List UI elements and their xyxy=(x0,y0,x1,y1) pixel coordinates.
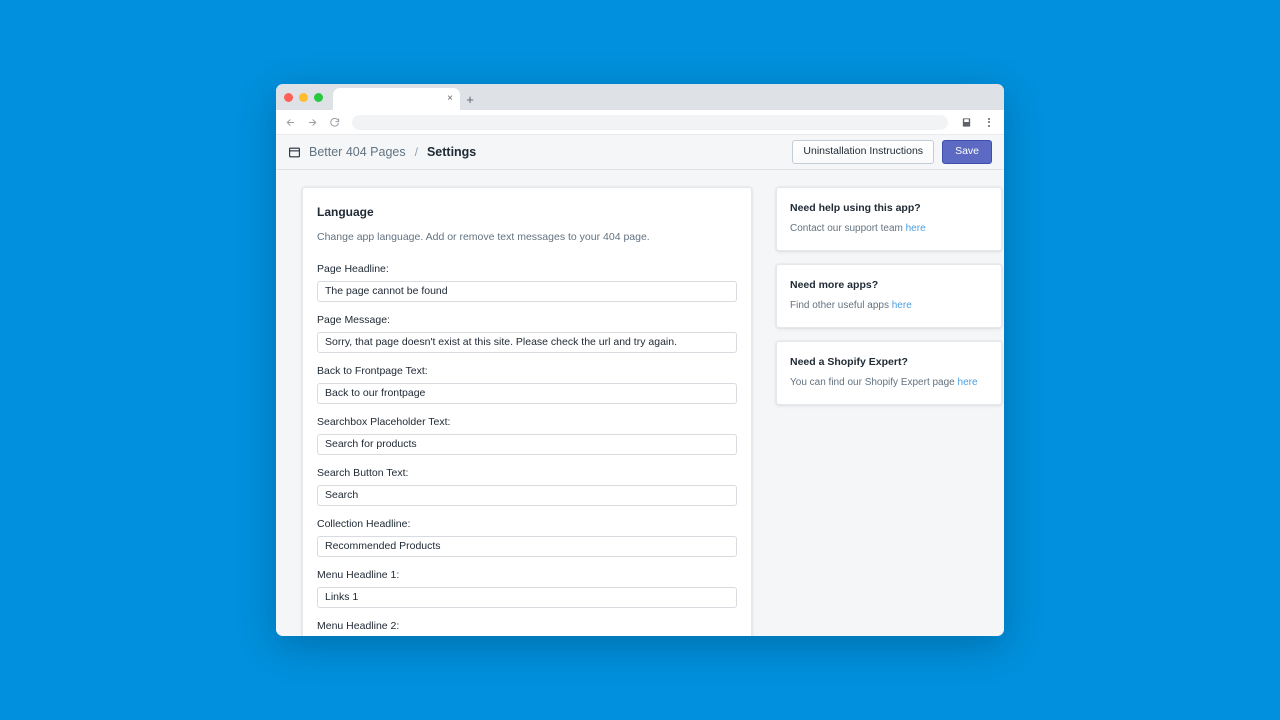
help-card: Need a Shopify Expert? You can find our S… xyxy=(776,341,1002,405)
settings-field: Collection Headline: xyxy=(317,518,737,557)
field-label: Page Headline: xyxy=(317,262,389,275)
field-input[interactable] xyxy=(317,280,737,302)
breadcrumb: Better 404 Pages / Settings xyxy=(288,145,476,159)
browser-tab-strip: × + xyxy=(276,84,1004,110)
field-label: Menu Headline 1: xyxy=(317,568,400,581)
help-card-link[interactable]: here xyxy=(906,223,926,234)
breadcrumb-app-name[interactable]: Better 404 Pages xyxy=(309,145,406,159)
maximize-window-button[interactable] xyxy=(314,92,323,102)
help-card-text-lead: You can find our Shopify Expert page xyxy=(790,377,958,388)
help-card-title: Need more apps? xyxy=(790,279,879,291)
help-card-title: Need a Shopify Expert? xyxy=(790,356,908,368)
help-card: Need more apps? Find other useful apps he… xyxy=(776,264,1002,328)
settings-column: Language Change app language. Add or rem… xyxy=(302,187,752,636)
settings-fields-list: Page Headline: Page Message: Back to Front… xyxy=(317,263,737,636)
window-traffic-lights xyxy=(284,84,333,110)
section-title: Language xyxy=(317,205,374,219)
page-title: Settings xyxy=(426,145,477,159)
uninstallation-instructions-button[interactable]: Uninstallation Instructions xyxy=(792,140,935,164)
help-card-text: You can find our Shopify Expert page her… xyxy=(790,376,988,390)
help-card-text-lead: Contact our support team xyxy=(790,223,906,234)
settings-field: Search Button Text: xyxy=(317,467,737,506)
settings-field: Menu Headline 1: xyxy=(317,569,737,608)
field-label: Searchbox Placeholder Text: xyxy=(317,415,451,428)
forward-arrow-icon[interactable] xyxy=(306,116,319,129)
help-card: Need help using this app? Contact our sup… xyxy=(776,187,1002,251)
help-card-text-lead: Find other useful apps xyxy=(790,300,892,311)
field-label: Collection Headline: xyxy=(317,517,411,530)
browser-window: × + Better 404 Pages / Settings Uninstal… xyxy=(276,84,1004,636)
help-column: Need help using this app? Contact our sup… xyxy=(776,187,1002,636)
help-card-link[interactable]: here xyxy=(892,300,912,311)
minimize-window-button[interactable] xyxy=(299,92,308,102)
browser-window-icon xyxy=(288,146,301,159)
kebab-menu-icon[interactable] xyxy=(982,115,996,129)
reload-icon[interactable] xyxy=(328,116,341,129)
browser-tab[interactable]: × xyxy=(333,88,460,110)
field-label: Back to Frontpage Text: xyxy=(317,364,428,377)
breadcrumb-separator: / xyxy=(414,145,418,159)
field-label: Search Button Text: xyxy=(317,466,409,479)
settings-field: Page Headline: xyxy=(317,263,737,302)
close-window-button[interactable] xyxy=(284,92,293,102)
save-button[interactable]: Save xyxy=(942,140,992,164)
field-input[interactable] xyxy=(317,484,737,506)
field-input[interactable] xyxy=(317,331,737,353)
save-page-icon[interactable] xyxy=(959,115,973,129)
help-card-text: Contact our support team here xyxy=(790,222,988,236)
help-card-title: Need help using this app? xyxy=(790,202,921,214)
browser-toolbar xyxy=(276,110,1004,135)
address-bar[interactable] xyxy=(352,114,948,130)
help-cards-list: Need help using this app? Contact our sup… xyxy=(776,187,1002,405)
settings-field: Page Message: xyxy=(317,314,737,353)
field-input[interactable] xyxy=(317,535,737,557)
field-input[interactable] xyxy=(317,586,737,608)
language-settings-card: Language Change app language. Add or rem… xyxy=(302,187,752,636)
header-actions: Uninstallation Instructions Save xyxy=(792,140,992,164)
back-arrow-icon[interactable] xyxy=(284,116,297,129)
settings-field: Back to Frontpage Text: xyxy=(317,365,737,404)
field-label: Page Message: xyxy=(317,313,390,326)
field-input[interactable] xyxy=(317,382,737,404)
help-card-text: Find other useful apps here xyxy=(790,299,988,313)
new-tab-button[interactable]: + xyxy=(460,88,480,110)
app-header-bar: Better 404 Pages / Settings Uninstallati… xyxy=(276,135,1004,170)
settings-field: Menu Headline 2: xyxy=(317,620,737,636)
page-body: Language Change app language. Add or rem… xyxy=(276,170,1004,636)
field-label: Menu Headline 2: xyxy=(317,619,400,632)
help-card-link[interactable]: here xyxy=(958,377,978,388)
field-input[interactable] xyxy=(317,433,737,455)
settings-field: Searchbox Placeholder Text: xyxy=(317,416,737,455)
section-description: Change app language. Add or remove text … xyxy=(317,231,650,243)
close-icon[interactable]: × xyxy=(447,94,453,104)
